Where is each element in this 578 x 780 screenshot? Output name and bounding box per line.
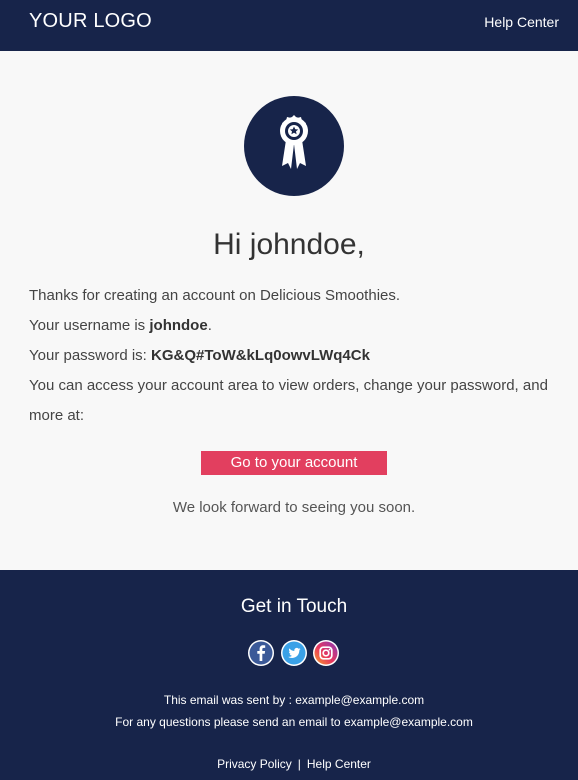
email-footer: Get in Touch This email was sent by: ex… xyxy=(0,570,578,780)
email-header: YOUR LOGO Help Center xyxy=(0,0,578,51)
footer-links: Privacy Policy | Help Center xyxy=(0,756,578,772)
access-line: You can access your account area to view… xyxy=(29,377,548,424)
support-info: For any questions please send an email t… xyxy=(115,715,473,729)
help-center-link[interactable]: Help Center xyxy=(484,13,559,31)
footer-link-separator: | xyxy=(297,757,301,771)
email-content: Hi johndoe, Thanks for creating an accou… xyxy=(0,51,578,570)
account-details: Thanks for creating an account on Delici… xyxy=(29,281,559,431)
email-page: YOUR LOGO Help Center Hi johndoe, Thanks… xyxy=(0,0,578,780)
instagram-icon[interactable] xyxy=(312,639,340,667)
username-period: . xyxy=(207,317,212,334)
logo-link[interactable]: YOUR LOGO xyxy=(29,9,152,33)
password-label: Your password is: xyxy=(29,347,152,364)
username-line: Your username is johndoe. xyxy=(29,311,559,341)
facebook-icon[interactable] xyxy=(247,639,275,667)
footer-help-center-link[interactable]: Help Center xyxy=(307,757,371,771)
greeting-heading: Hi johndoe, xyxy=(213,228,365,261)
welcome-line: Thanks for creating an account on Delici… xyxy=(29,287,401,304)
closing-message: We look forward to seeing you soon. xyxy=(172,499,416,516)
go-to-account-button[interactable]: Go to your account xyxy=(201,451,387,475)
footer-title: Get in Touch xyxy=(240,596,348,617)
award-badge xyxy=(244,96,344,196)
username-value: johndoe xyxy=(149,317,208,334)
privacy-policy-link[interactable]: Privacy Policy xyxy=(217,757,292,771)
twitter-icon[interactable] xyxy=(280,639,308,667)
username-label: Your username is xyxy=(29,317,150,334)
award-ribbon-icon xyxy=(280,115,308,169)
social-links xyxy=(247,639,343,667)
sender-info: This email was sent by : example@example… xyxy=(163,693,425,707)
password-line: Your password is: KG&Q#ToW&kLq0owvLWq4Ck xyxy=(29,341,559,371)
password-value: KG&Q#ToW&kLq0owvLWq4Ck xyxy=(151,347,370,364)
